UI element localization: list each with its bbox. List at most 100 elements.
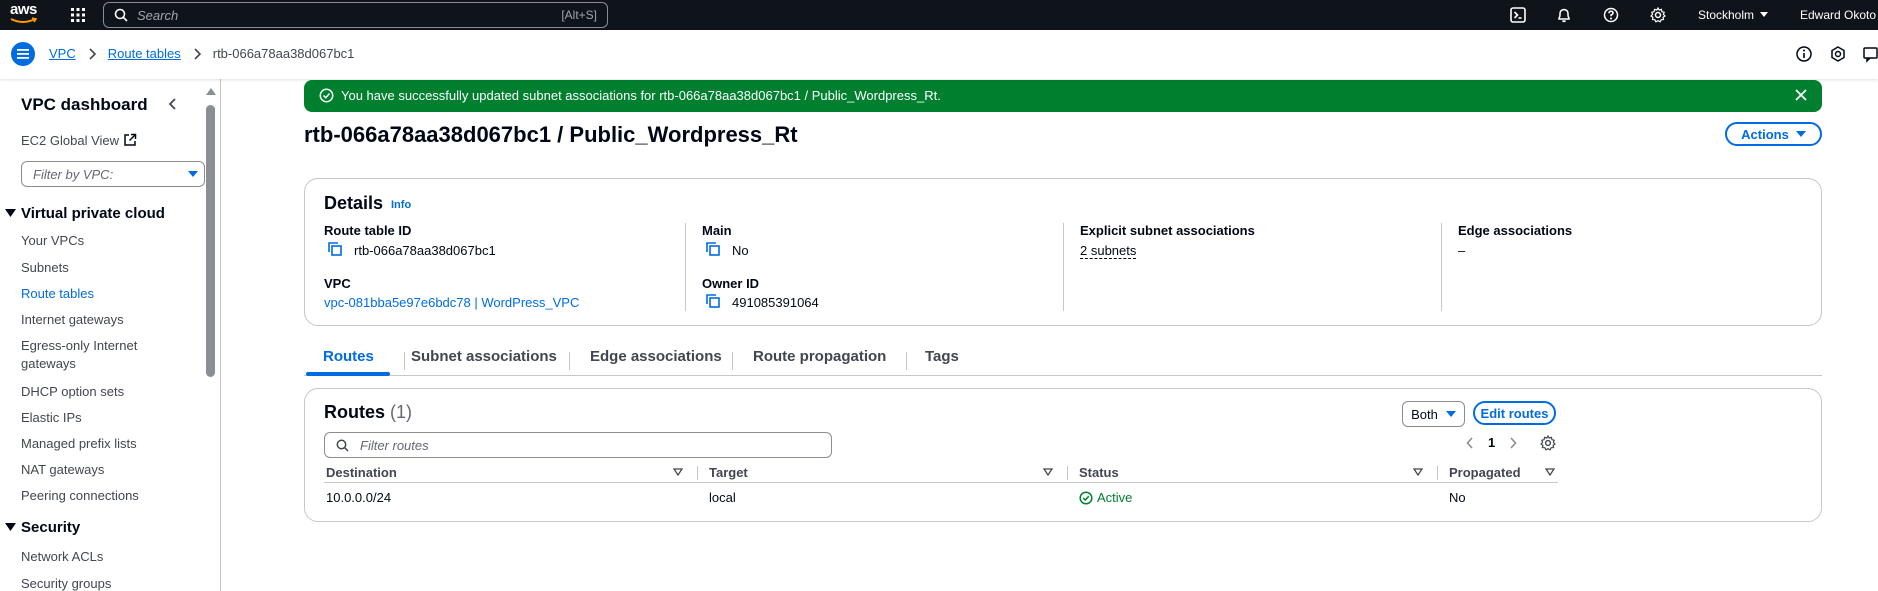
breadcrumb-vpc[interactable]: VPC (49, 46, 76, 61)
search-icon (114, 8, 128, 22)
search-placeholder: Search (137, 7, 179, 23)
info-link[interactable]: Info (391, 199, 411, 211)
route-type-select[interactable]: Both (1402, 401, 1465, 427)
dismiss-close-icon[interactable] (1794, 88, 1808, 102)
tab-routes[interactable]: Routes (323, 348, 374, 365)
sidebar-section-label: Virtual private cloud (21, 205, 165, 222)
route-table-id-value: rtb-066a78aa38d067bc1 (354, 243, 496, 258)
sort-caret-icon[interactable] (1413, 468, 1423, 476)
cell-status: Active (1079, 490, 1132, 505)
column-header-target[interactable]: Target (709, 465, 748, 480)
vpc-link[interactable]: vpc-081bba5e97e6bdc78 | WordPress_VPC (324, 295, 579, 310)
sidebar-item-ec2-global-view[interactable]: EC2 Global View (21, 133, 137, 148)
current-page[interactable]: 1 (1488, 435, 1495, 450)
region-label: Stockholm (1698, 8, 1755, 22)
caret-down-icon (1795, 130, 1806, 137)
sidebar-section-security[interactable]: Security (5, 519, 80, 536)
tab-subnet-associations[interactable]: Subnet associations (411, 348, 557, 365)
breadcrumb: VPC Route tables rtb-066a78aa38d067bc1 (49, 46, 354, 61)
chevron-right-icon[interactable] (1509, 436, 1517, 449)
filter-routes-input[interactable]: Filter routes (324, 432, 832, 458)
tab-divider (569, 352, 570, 370)
status-success-icon (1079, 490, 1093, 505)
routes-panel: Routes (1) Both Edit routes Filter route… (304, 388, 1822, 522)
user-name: Edward Okoto (1800, 8, 1877, 22)
column-resizer[interactable] (697, 466, 698, 480)
sidebar-item-route-tables[interactable]: Route tables (21, 286, 94, 301)
sidebar-title[interactable]: VPC dashboard (21, 95, 148, 115)
copy-icon[interactable] (327, 241, 343, 257)
scroll-up-icon[interactable] (206, 87, 216, 95)
chevron-right-icon (194, 47, 201, 60)
help-icon[interactable] (1603, 7, 1619, 23)
chevron-left-icon[interactable] (1466, 436, 1474, 449)
sidebar-item-peering-connections[interactable]: Peering connections (21, 488, 139, 503)
services-grid-icon[interactable] (70, 7, 86, 23)
notifications-bell-icon[interactable] (1556, 7, 1572, 23)
cloudshell-icon[interactable] (1510, 7, 1526, 23)
explicit-subnet-associations-value[interactable]: 2 subnets (1080, 243, 1137, 259)
owner-id-label: Owner ID (702, 276, 760, 291)
tab-tags[interactable]: Tags (925, 348, 959, 365)
navigation-menu-button[interactable] (11, 42, 35, 66)
edge-associations-value: – (1458, 243, 1466, 258)
tab-bar: Routes Subnet associations Edge associat… (304, 342, 1822, 376)
cell-target: local (709, 490, 736, 505)
details-heading: Details (324, 193, 384, 213)
sidebar-item-elastic-ips[interactable]: Elastic IPs (21, 410, 82, 425)
column-resizer[interactable] (1067, 466, 1068, 480)
cell-propagated: No (1449, 490, 1466, 505)
sidebar-item-subnets[interactable]: Subnets (21, 260, 69, 275)
copy-icon[interactable] (705, 241, 721, 257)
sort-caret-icon[interactable] (1545, 468, 1555, 476)
sidebar-scrollbar[interactable] (206, 105, 215, 377)
tab-route-propagation[interactable]: Route propagation (753, 348, 886, 365)
collapse-sidebar-icon[interactable] (165, 96, 181, 112)
sort-caret-icon[interactable] (1043, 468, 1053, 476)
details-panel: Details Info Route table ID rtb-066a78aa… (304, 178, 1822, 326)
details-column-2: Main No Owner ID 491085391064 (685, 223, 1063, 311)
sidebar-item-egress-only-gateways[interactable]: Egress-only Internet gateways (21, 337, 161, 373)
search-input[interactable]: Search [Alt+S] (103, 2, 608, 28)
column-header-status[interactable]: Status (1079, 465, 1119, 480)
security-hub-icon[interactable] (1829, 45, 1847, 63)
table-preferences-gear-icon[interactable] (1540, 435, 1556, 451)
sidebar-item-nat-gateways[interactable]: NAT gateways (21, 462, 104, 477)
details-column-4: Edge associations – (1441, 223, 1801, 311)
aws-logo[interactable]: aws (10, 2, 42, 27)
column-header-destination[interactable]: Destination (326, 465, 397, 480)
region-selector[interactable]: Stockholm (1698, 8, 1769, 22)
vpc-filter-select[interactable]: Filter by VPC: (21, 161, 205, 187)
sidebar-item-managed-prefix-lists[interactable]: Managed prefix lists (21, 436, 137, 451)
sidebar-item-internet-gateways[interactable]: Internet gateways (21, 312, 124, 327)
breadcrumb-route-tables[interactable]: Route tables (108, 46, 181, 61)
column-header-propagated[interactable]: Propagated (1449, 465, 1521, 480)
routes-table-header: Destination Target Status Propagated (324, 463, 1558, 483)
user-menu[interactable]: Edward Okoto (1800, 8, 1876, 22)
sidebar-item-dhcp-option-sets[interactable]: DHCP option sets (21, 384, 124, 399)
success-flashbar: You have successfully updated subnet ass… (304, 80, 1822, 112)
feedback-icon[interactable] (1862, 45, 1878, 63)
sidebar-item-your-vpcs[interactable]: Your VPCs (21, 233, 84, 248)
flash-message: You have successfully updated subnet ass… (341, 88, 941, 103)
settings-gear-icon[interactable] (1650, 7, 1666, 23)
vpc-filter-placeholder: Filter by VPC: (33, 167, 114, 182)
chevron-right-icon (89, 47, 96, 60)
table-row: 10.0.0.0/24 local Active No (324, 484, 1558, 510)
main-label: Main (702, 223, 732, 238)
actions-button[interactable]: Actions (1725, 122, 1822, 146)
routes-heading-text: Routes (324, 402, 386, 422)
tab-edge-associations[interactable]: Edge associations (590, 348, 722, 365)
copy-icon[interactable] (705, 293, 721, 309)
column-resizer[interactable] (1437, 466, 1438, 480)
top-navigation: aws Search [Alt+S] Stockholm Edward Okot… (0, 0, 1878, 30)
sidebar-item-security-groups[interactable]: Security groups (21, 576, 111, 591)
info-icon[interactable] (1795, 45, 1813, 63)
sort-caret-icon[interactable] (673, 468, 683, 476)
breadcrumb-bar: VPC Route tables rtb-066a78aa38d067bc1 (0, 30, 1878, 79)
sidebar-section-vpc[interactable]: Virtual private cloud (5, 205, 165, 222)
sidebar-item-network-acls[interactable]: Network ACLs (21, 549, 103, 564)
edit-routes-button[interactable]: Edit routes (1473, 401, 1556, 425)
edge-associations-label: Edge associations (1458, 223, 1573, 238)
search-shortcut: [Alt+S] (561, 8, 597, 22)
